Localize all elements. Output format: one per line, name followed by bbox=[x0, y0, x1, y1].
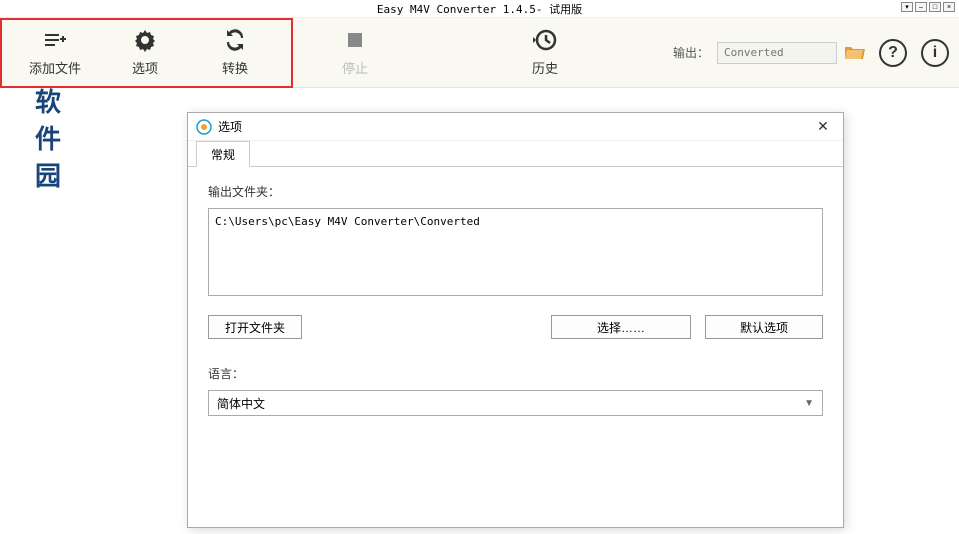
add-files-label: 添加文件 bbox=[29, 58, 81, 77]
options-dialog: 选项 ✕ 常规 输出文件夹： 打开文件夹 选择…… 默认选项 语言： 简体中文 … bbox=[187, 112, 844, 528]
window-close-button[interactable]: × bbox=[943, 2, 955, 12]
options-label: 选项 bbox=[132, 58, 158, 77]
output-folder-textarea[interactable] bbox=[208, 208, 823, 296]
tab-general[interactable]: 常规 bbox=[196, 141, 250, 167]
stop-icon bbox=[343, 28, 367, 52]
add-files-icon bbox=[43, 28, 67, 52]
chevron-down-icon: ▼ bbox=[804, 398, 814, 409]
convert-icon bbox=[223, 28, 247, 52]
dialog-title: 选项 bbox=[218, 118, 811, 135]
dialog-body: 输出文件夹： 打开文件夹 选择…… 默认选项 语言： 简体中文 ▼ bbox=[188, 167, 843, 432]
about-button[interactable]: i bbox=[921, 39, 949, 67]
stop-button: 停止 bbox=[310, 23, 400, 83]
open-folder-button[interactable]: 打开文件夹 bbox=[208, 315, 302, 339]
help-button[interactable]: ? bbox=[879, 39, 907, 67]
history-button[interactable]: 历史 bbox=[500, 23, 590, 83]
add-files-button[interactable]: 添加文件 bbox=[10, 23, 100, 83]
folder-icon[interactable] bbox=[845, 45, 865, 61]
dialog-tabs: 常规 bbox=[188, 141, 843, 167]
history-icon bbox=[533, 28, 557, 52]
window-dropdown-button[interactable]: ▾ bbox=[901, 2, 913, 12]
output-input[interactable] bbox=[717, 42, 837, 64]
default-button[interactable]: 默认选项 bbox=[705, 315, 823, 339]
language-value: 简体中文 bbox=[217, 395, 265, 412]
dialog-button-row: 打开文件夹 选择…… 默认选项 bbox=[208, 315, 823, 339]
select-button[interactable]: 选择…… bbox=[551, 315, 691, 339]
output-label: 输出： bbox=[673, 44, 709, 61]
dialog-app-icon bbox=[196, 119, 212, 135]
language-label: 语言： bbox=[208, 365, 823, 382]
window-titlebar: Easy M4V Converter 1.4.5- 试用版 ▾ ‒ □ × bbox=[0, 0, 959, 18]
stop-label: 停止 bbox=[342, 58, 368, 77]
window-controls: ▾ ‒ □ × bbox=[901, 2, 955, 12]
dialog-close-button[interactable]: ✕ bbox=[811, 117, 835, 137]
window-title: Easy M4V Converter 1.4.5- 试用版 bbox=[377, 1, 582, 17]
options-button[interactable]: 选项 bbox=[100, 23, 190, 83]
gear-icon bbox=[133, 28, 157, 52]
window-minimize-button[interactable]: ‒ bbox=[915, 2, 927, 12]
history-label: 历史 bbox=[532, 58, 558, 77]
toolbar-right: 输出： ? i bbox=[673, 39, 949, 67]
main-toolbar: 添加文件 选项 转换 停止 历史 输出： ? i bbox=[0, 18, 959, 88]
convert-button[interactable]: 转换 bbox=[190, 23, 280, 83]
dialog-titlebar: 选项 ✕ bbox=[188, 113, 843, 141]
language-select[interactable]: 简体中文 ▼ bbox=[208, 390, 823, 416]
convert-label: 转换 bbox=[222, 58, 248, 77]
window-maximize-button[interactable]: □ bbox=[929, 2, 941, 12]
output-folder-label: 输出文件夹： bbox=[208, 183, 823, 200]
